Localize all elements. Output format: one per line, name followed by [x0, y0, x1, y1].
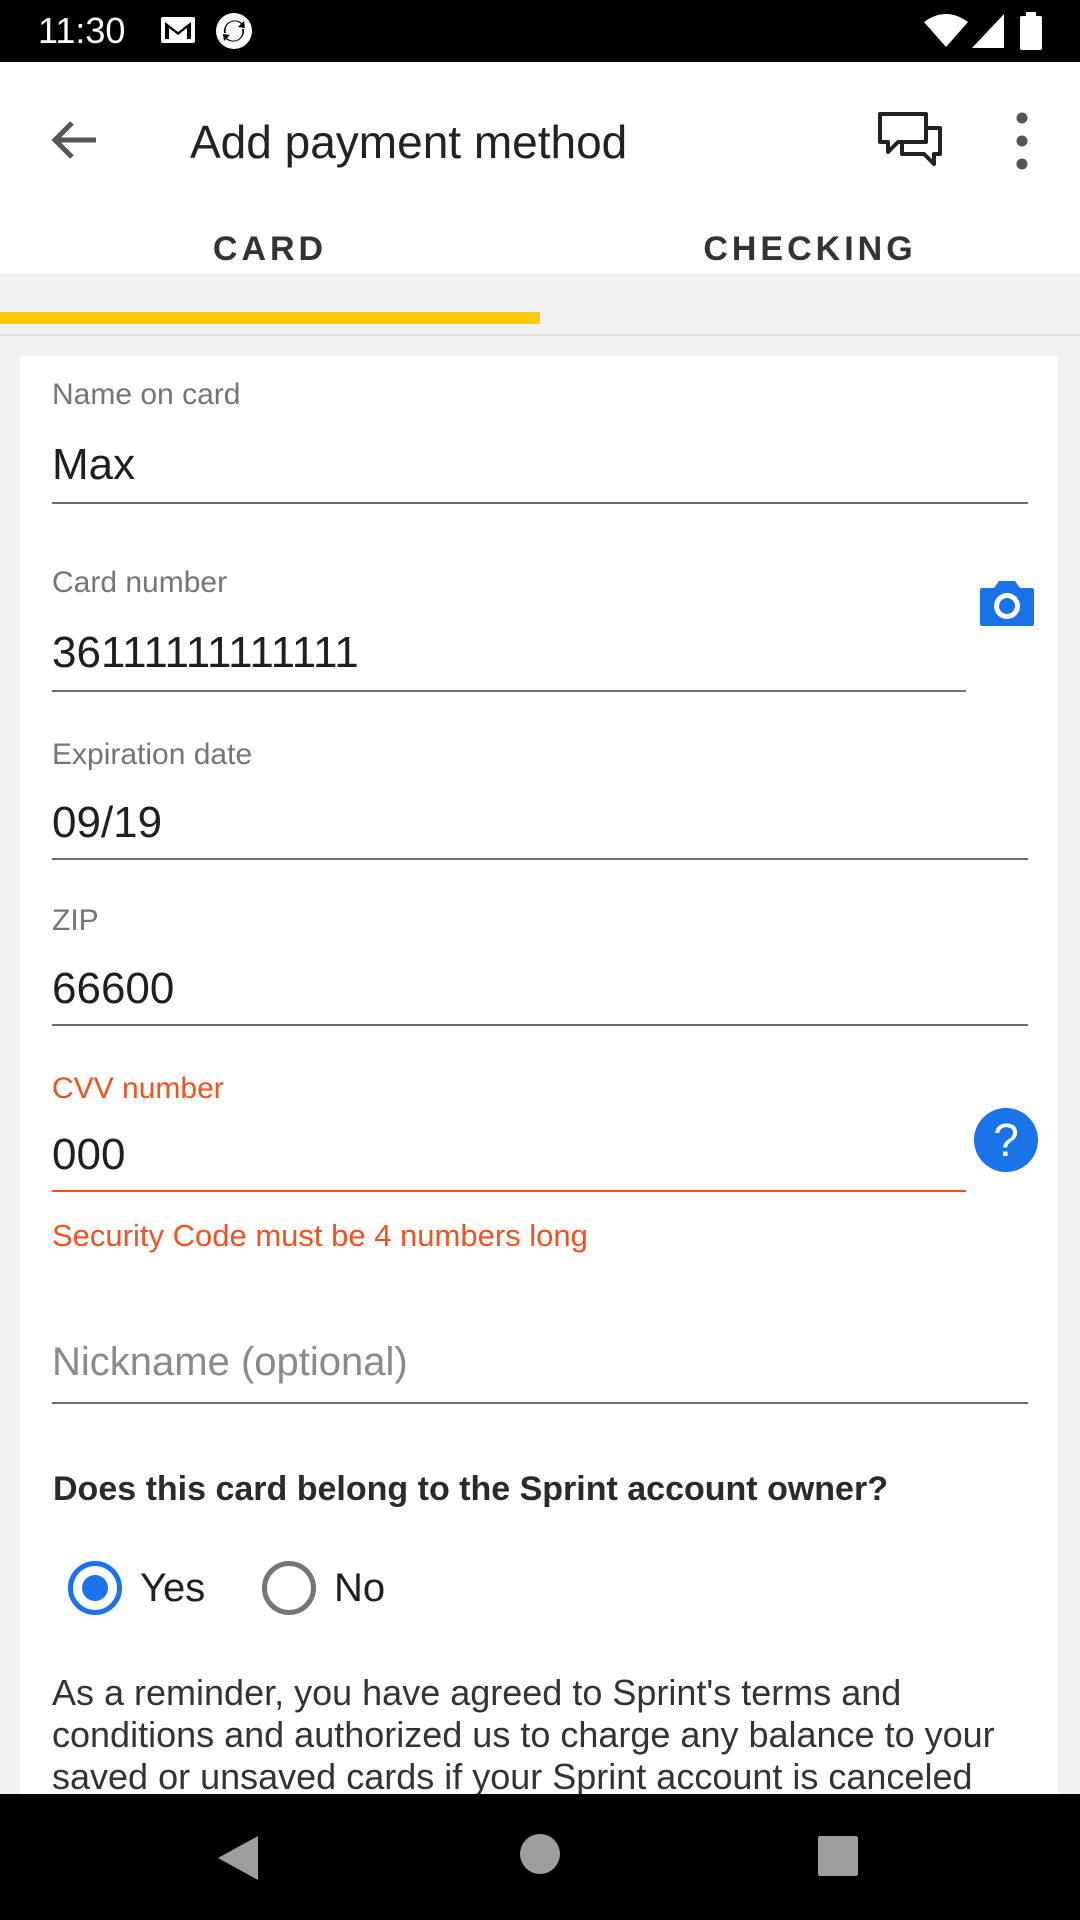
battery-icon — [1020, 12, 1042, 50]
status-time: 11:30 — [38, 10, 126, 51]
card-number-input[interactable]: 36111111111111 — [52, 628, 359, 678]
radio-yes-label: Yes — [140, 1565, 206, 1610]
cvv-error-message: Security Code must be 4 numbers long — [52, 1218, 588, 1253]
nickname-input[interactable]: Nickname (optional) — [52, 1340, 408, 1385]
help-icon: ? — [993, 1114, 1019, 1166]
zip-underline — [52, 1024, 1028, 1026]
signal-icon — [972, 14, 1004, 48]
radio-yes[interactable]: Yes — [68, 1558, 205, 1618]
name-input[interactable]: Max — [52, 440, 135, 490]
radio-yes-circle[interactable] — [68, 1561, 122, 1615]
reminder-text: As a reminder, you have agreed to Sprint… — [52, 1672, 995, 1796]
expiration-input[interactable]: 09/19 — [52, 798, 162, 848]
camera-icon — [980, 581, 1034, 626]
name-underline — [52, 502, 1028, 504]
more-options-button[interactable] — [1004, 108, 1040, 174]
page-title: Add payment method — [190, 116, 628, 168]
payment-form: Name on card Max Card number 36111111111… — [20, 356, 1058, 1796]
gmail-icon — [161, 17, 195, 43]
app-bar: Add payment method CARD CHECKING — [0, 62, 1080, 336]
cvv-underline — [52, 1190, 966, 1192]
back-button[interactable] — [44, 110, 104, 170]
nav-back-icon[interactable] — [216, 1834, 260, 1882]
status-bar: 11:30 — [0, 0, 1080, 62]
tab-bar: CARD CHECKING — [0, 210, 1080, 336]
owner-question: Does this card belong to the Sprint acco… — [53, 1470, 888, 1508]
chat-button[interactable] — [876, 106, 946, 176]
arrow-back-icon — [51, 121, 96, 159]
chat-icon — [878, 112, 942, 166]
sync-icon — [216, 13, 252, 49]
nav-home-icon[interactable] — [520, 1834, 560, 1874]
radio-selected-dot — [82, 1575, 108, 1601]
expiration-label: Expiration date — [52, 738, 253, 771]
card-number-label: Card number — [52, 566, 228, 599]
scan-card-button[interactable] — [978, 578, 1036, 628]
card-number-underline — [52, 690, 966, 692]
radio-no[interactable]: No — [262, 1558, 385, 1618]
radio-no-circle[interactable] — [262, 1561, 316, 1615]
nickname-underline — [52, 1402, 1028, 1404]
radio-no-label: No — [334, 1565, 386, 1610]
cvv-help-button[interactable]: ? — [974, 1108, 1038, 1172]
more-vert-icon — [1016, 112, 1028, 170]
zip-input[interactable]: 66600 — [52, 964, 174, 1014]
cvv-input[interactable]: 000 — [52, 1130, 125, 1180]
tab-divider — [0, 334, 1080, 336]
navigation-bar — [0, 1794, 1080, 1920]
name-label: Name on card — [52, 378, 241, 411]
wifi-icon — [924, 14, 968, 47]
nav-recents-icon[interactable] — [818, 1836, 858, 1876]
tab-checking[interactable]: CHECKING — [540, 210, 1080, 336]
expiration-underline — [52, 858, 1028, 860]
tab-indicator — [0, 312, 540, 324]
cvv-label: CVV number — [52, 1072, 224, 1105]
zip-label: ZIP — [52, 904, 99, 937]
